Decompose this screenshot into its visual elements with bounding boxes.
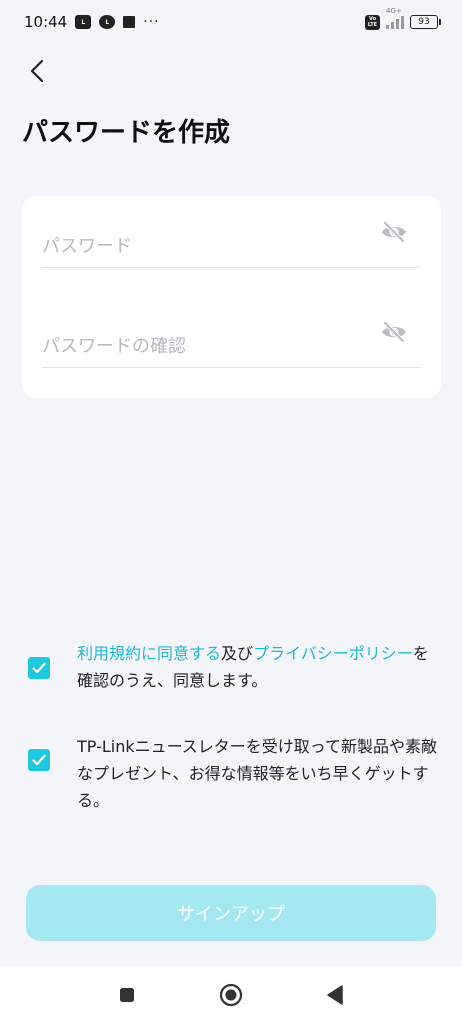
status-bar: 10:44 L L ··· Vo LTE 4G+ 93 <box>0 0 462 44</box>
status-time: 10:44 <box>24 13 68 31</box>
line-icon: L <box>99 15 116 29</box>
battery-level: 93 <box>418 17 430 27</box>
more-notifications: ··· <box>143 14 160 30</box>
status-left: 10:44 L L ··· <box>24 13 160 31</box>
battery-icon: 93 <box>410 15 441 29</box>
newsletter-agreement-text: TP-Linkニュースレターを受け取って新製品や素敵なプレゼント、お得な情報等を… <box>77 737 438 810</box>
create-password-screen: 10:44 L L ··· Vo LTE 4G+ 93 パスワードを作成 利用規… <box>0 0 462 1024</box>
terms-checkbox[interactable] <box>28 657 50 679</box>
storage-icon <box>123 16 136 28</box>
home-button[interactable] <box>219 983 243 1007</box>
home-circle-icon <box>219 983 243 1007</box>
page-title: パスワードを作成 <box>22 118 231 148</box>
recent-apps-button[interactable] <box>115 983 139 1007</box>
password-form-card <box>22 196 441 398</box>
line-badge-icon: L <box>75 15 92 29</box>
square-icon <box>120 988 134 1002</box>
terms-agreement-text: 利用規約に同意する及びプライバシーポリシーを確認のうえ、同意します。 <box>77 640 439 694</box>
status-right: Vo LTE 4G+ 93 <box>365 7 441 30</box>
privacy-policy-link[interactable]: プライバシーポリシー <box>253 644 413 663</box>
newsletter-checkbox[interactable] <box>28 749 50 771</box>
signup-button[interactable]: サインアップ <box>26 885 436 941</box>
password-field <box>42 196 420 268</box>
password-input[interactable] <box>42 231 362 261</box>
and-text: 及び <box>221 644 254 663</box>
volte-icon: Vo LTE <box>365 14 380 30</box>
chevron-left-icon <box>30 59 44 83</box>
back-button[interactable] <box>20 54 54 88</box>
check-icon <box>32 754 46 766</box>
back-nav-button[interactable] <box>323 983 347 1007</box>
eye-off-icon[interactable] <box>380 320 408 344</box>
check-icon <box>32 662 46 674</box>
system-nav-bar <box>0 966 462 1024</box>
confirm-password-field <box>42 296 420 368</box>
triangle-back-icon <box>327 985 343 1005</box>
signal-icon: 4G+ <box>386 7 404 29</box>
confirm-password-input[interactable] <box>42 331 362 361</box>
eye-off-icon[interactable] <box>380 220 408 244</box>
network-type: 4G+ <box>386 7 402 15</box>
terms-of-use-link[interactable]: 利用規約に同意する <box>77 644 221 663</box>
